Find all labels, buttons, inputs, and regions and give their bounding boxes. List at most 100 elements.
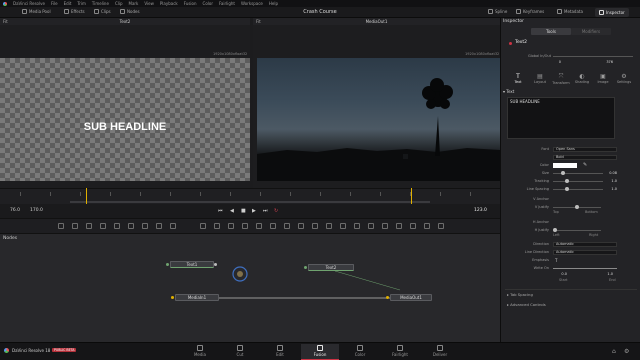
paint-tool-icon[interactable] xyxy=(72,223,78,229)
menu-color[interactable]: Color xyxy=(203,1,213,6)
keyframes-button[interactable]: Keyframes xyxy=(516,9,544,14)
node-output-port[interactable] xyxy=(214,263,217,266)
merge-tool-icon[interactable] xyxy=(100,223,106,229)
metadata-button[interactable]: Metadata xyxy=(557,9,583,14)
node-input-port[interactable] xyxy=(166,263,169,266)
menu-trim[interactable]: Trim xyxy=(77,1,86,6)
menu-file[interactable]: File xyxy=(51,1,58,6)
subtab-image[interactable]: ▣ Image xyxy=(594,73,612,84)
node-editor[interactable]: Nodes Text1 Text2 MediaIn1 MediaOut1 xyxy=(0,234,500,342)
menu-workspace[interactable]: Workspace xyxy=(241,1,263,6)
subtab-shading[interactable]: ◐ Shading xyxy=(573,73,591,84)
text3d-icon[interactable] xyxy=(340,223,346,229)
size-value[interactable]: 0.08 xyxy=(597,171,617,175)
menu-timeline[interactable]: Timeline xyxy=(92,1,109,6)
menu-view[interactable]: View xyxy=(144,1,154,6)
page-fusion[interactable]: Fusion xyxy=(301,344,339,360)
polygon-tool-icon[interactable] xyxy=(214,223,220,229)
current-time[interactable]: 123.0 xyxy=(474,208,487,213)
play-reverse-icon[interactable]: ◀ xyxy=(230,208,234,214)
rectangle-mask-icon[interactable] xyxy=(256,223,262,229)
write-on-end[interactable]: 1.0 xyxy=(593,272,613,276)
spline-button[interactable]: Spline xyxy=(488,9,507,14)
menu-help[interactable]: Help xyxy=(269,1,278,6)
project-manager-icon[interactable]: ⌂ xyxy=(612,348,616,355)
v-justify-slider-knob[interactable] xyxy=(575,205,579,209)
playhead-start-marker[interactable] xyxy=(86,188,87,204)
node-input-port[interactable] xyxy=(386,296,389,299)
tab-spacing-section[interactable]: ▸ Tab Spacing xyxy=(507,292,533,297)
background-tool-icon[interactable] xyxy=(58,223,64,229)
light-icon[interactable] xyxy=(382,223,388,229)
node-input-port[interactable] xyxy=(304,266,307,269)
blur-tool-icon[interactable] xyxy=(114,223,120,229)
page-deliver[interactable]: Deliver xyxy=(421,344,459,360)
particle-render-icon[interactable] xyxy=(424,223,430,229)
render-start-time[interactable]: 76.0 xyxy=(10,208,20,213)
particle-emitter-icon[interactable] xyxy=(410,223,416,229)
menu-fusion[interactable]: Fusion xyxy=(184,1,197,6)
tracking-slider[interactable] xyxy=(553,181,603,182)
inspector-button[interactable]: Inspector xyxy=(595,8,629,17)
clips-button[interactable]: Clips xyxy=(94,9,111,14)
effects-button[interactable]: Effects xyxy=(64,9,85,14)
ellipse-mask-icon[interactable] xyxy=(270,223,276,229)
global-out-value[interactable]: 376 xyxy=(593,60,613,64)
tracking-slider-knob[interactable] xyxy=(565,179,569,183)
subtab-settings[interactable]: ⚙ Settings xyxy=(615,73,633,84)
h-justify-slider-knob[interactable] xyxy=(553,228,557,232)
page-edit[interactable]: Edit xyxy=(261,344,299,360)
page-cut[interactable]: Cut xyxy=(221,344,259,360)
eyedropper-icon[interactable]: ✎ xyxy=(583,162,587,168)
text-section-header[interactable]: ▾ Text xyxy=(503,89,514,94)
playhead-current[interactable] xyxy=(411,188,412,204)
render-range-bar[interactable] xyxy=(70,201,430,203)
menu-mark[interactable]: Mark xyxy=(129,1,139,6)
node-text1[interactable]: Text1 xyxy=(170,261,214,268)
merge3d-icon[interactable] xyxy=(354,223,360,229)
page-fairlight[interactable]: Fairlight xyxy=(381,344,419,360)
font-dropdown[interactable]: Open Sans xyxy=(553,147,617,152)
node-mediain1[interactable]: MediaIn1 xyxy=(175,294,219,301)
menu-edit[interactable]: Edit xyxy=(64,1,72,6)
stop-icon[interactable]: ■ xyxy=(241,208,246,214)
nodes-button[interactable]: Nodes xyxy=(120,9,140,14)
viewer-left[interactable]: Fit Text2 1920x1080xfloat32 SUB HEADLINE xyxy=(0,18,250,188)
tracking-value[interactable]: 1.0 xyxy=(597,179,617,183)
styled-text-box[interactable]: SUB HEADLINE xyxy=(507,97,615,139)
time-ruler[interactable] xyxy=(0,188,500,204)
line-direction-dropdown[interactable]: Automatic xyxy=(553,250,617,255)
render-end-time[interactable]: 170.0 xyxy=(30,208,43,213)
global-in-out-slider[interactable] xyxy=(553,56,633,57)
menu-fairlight[interactable]: Fairlight xyxy=(219,1,235,6)
bspline-mask-icon[interactable] xyxy=(298,223,304,229)
direction-dropdown[interactable]: Automatic xyxy=(553,242,617,247)
tab-modifiers[interactable]: Modifiers xyxy=(571,28,611,35)
image-plane-icon[interactable] xyxy=(312,223,318,229)
particle-icon[interactable] xyxy=(170,223,176,229)
node-mediaout1[interactable]: MediaOut1 xyxy=(390,294,432,301)
play-icon[interactable]: ▶ xyxy=(252,208,256,214)
subtab-layout[interactable]: ▤ Layout xyxy=(531,73,549,84)
line-spacing-value[interactable]: 1.0 xyxy=(597,187,617,191)
emitter-icon[interactable] xyxy=(156,223,162,229)
pixel-tool-icon[interactable] xyxy=(438,223,444,229)
renderer3d-icon[interactable] xyxy=(396,223,402,229)
menu-clip[interactable]: Clip xyxy=(115,1,123,6)
shape3d-icon[interactable] xyxy=(326,223,332,229)
subtab-text[interactable]: T Text xyxy=(509,73,527,84)
line-spacing-slider[interactable] xyxy=(553,189,603,190)
global-in-value[interactable]: 0 xyxy=(541,60,561,64)
node-enable-icon[interactable] xyxy=(509,42,512,45)
go-to-end-icon[interactable]: ⏭ xyxy=(263,208,268,214)
h-justify-slider[interactable] xyxy=(553,230,601,231)
page-color[interactable]: Color xyxy=(341,344,379,360)
write-on-start[interactable]: 0.0 xyxy=(547,272,567,276)
menu-playback[interactable]: Playback xyxy=(160,1,178,6)
menu-app[interactable]: DaVinci Resolve xyxy=(13,1,45,6)
node-input-port[interactable] xyxy=(171,296,174,299)
text-tool-icon[interactable] xyxy=(86,223,92,229)
camera3d-icon[interactable] xyxy=(368,223,374,229)
loop-icon[interactable]: ↻ xyxy=(274,208,278,214)
write-on-range[interactable] xyxy=(553,268,617,269)
